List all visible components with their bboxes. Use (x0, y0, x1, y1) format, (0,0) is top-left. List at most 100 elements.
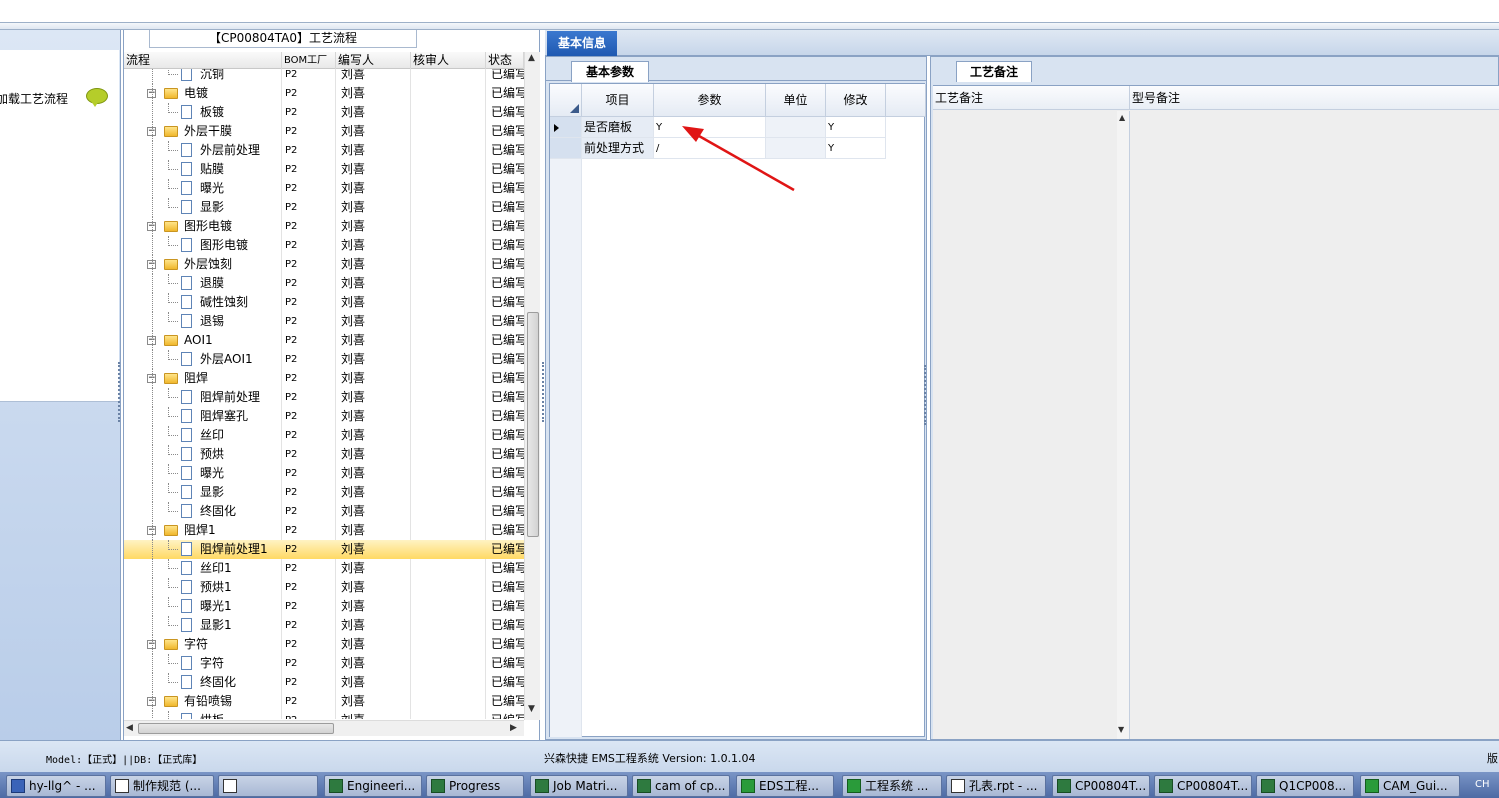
tree-node[interactable]: 终固化 (124, 673, 279, 692)
tree-node[interactable]: 显影 (124, 483, 279, 502)
taskbar-item[interactable]: hy-llg^ - ... (6, 775, 106, 797)
tree-node[interactable]: 图形电镀 (124, 236, 279, 255)
tree-header-reviewer[interactable]: 核审人 (411, 52, 486, 69)
tree-row[interactable]: 图形电镀 P2 刘喜 已编写 (124, 236, 524, 255)
grid-header-modify[interactable]: 修改 (826, 84, 886, 117)
table-row[interactable]: 是否磨板 Y Y (550, 117, 926, 138)
tree-node[interactable]: 曝光 (124, 464, 279, 483)
taskbar-item[interactable]: CP00804T... (1052, 775, 1150, 797)
tree-row[interactable]: 沉铜 P2 刘喜 已编写 (124, 69, 524, 84)
tree-node[interactable]: 字符 (124, 654, 279, 673)
tree-node[interactable]: 阻焊前处理 (124, 388, 279, 407)
tree-node[interactable]: 外层前处理 (124, 141, 279, 160)
scroll-left-arrow-icon[interactable]: ◀ (126, 723, 133, 733)
tree-node[interactable]: 退锡 (124, 312, 279, 331)
tree-node[interactable]: 丝印 (124, 426, 279, 445)
tree-row[interactable]: 外层前处理 P2 刘喜 已编写 (124, 141, 524, 160)
tree-row[interactable]: − 电镀 P2 刘喜 已编写 (124, 84, 524, 103)
taskbar-item[interactable]: CAM_Gui... (1360, 775, 1460, 797)
notes-header-model[interactable]: 型号备注 (1130, 86, 1499, 110)
tree-row[interactable]: 曝光1 P2 刘喜 已编写 (124, 597, 524, 616)
tree-node[interactable]: 曝光 (124, 179, 279, 198)
taskbar-item[interactable]: 工程系统 ... (842, 775, 942, 797)
tree-vertical-scrollbar[interactable]: ▲ ▼ (524, 52, 540, 720)
tree-node[interactable]: 预烘 (124, 445, 279, 464)
tree-node[interactable]: 预烘1 (124, 578, 279, 597)
tree-node[interactable]: 显影 (124, 198, 279, 217)
tree-row[interactable]: 预烘1 P2 刘喜 已编写 (124, 578, 524, 597)
tree-header-status[interactable]: 状态 (486, 52, 524, 69)
cell-modify[interactable]: Y (826, 117, 886, 138)
grid-header-unit[interactable]: 单位 (766, 84, 826, 117)
params-splitter-grip[interactable] (924, 365, 927, 425)
scroll-up-arrow-icon[interactable]: ▲ (528, 53, 535, 63)
tree-row[interactable]: − 字符 P2 刘喜 已编写 (124, 635, 524, 654)
taskbar-item[interactable]: 制作规范 (... (110, 775, 214, 797)
tree-row[interactable]: 终固化 P2 刘喜 已编写 (124, 673, 524, 692)
tree-node[interactable]: − 有铅喷锡 (124, 692, 279, 711)
tree-header-writer[interactable]: 编写人 (336, 52, 411, 69)
cell-param[interactable]: / (654, 138, 766, 159)
tree-node[interactable]: 显影1 (124, 616, 279, 635)
tree-row[interactable]: 阻焊前处理1 P2 刘喜 已编写 (124, 540, 524, 559)
tree-horizontal-scrollbar[interactable]: ◀ ▶ (124, 720, 524, 736)
notes-header-process[interactable]: 工艺备注 (933, 86, 1130, 110)
tree-row[interactable]: − AOI1 P2 刘喜 已编写 (124, 331, 524, 350)
tab-basic-params[interactable]: 基本参数 (571, 61, 649, 82)
tree-node[interactable]: − 阻焊1 (124, 521, 279, 540)
taskbar-item[interactable]: CP00804T... (1154, 775, 1252, 797)
tree-node[interactable]: − AOI1 (124, 331, 279, 350)
scroll-up-arrow-icon[interactable]: ▲ (1119, 113, 1125, 122)
load-process-item[interactable]: 加载工艺流程 (0, 88, 119, 108)
cell-param[interactable]: Y (654, 117, 766, 138)
tree-row[interactable]: 丝印1 P2 刘喜 已编写 (124, 559, 524, 578)
tree-node[interactable]: 退膜 (124, 274, 279, 293)
cell-modify[interactable]: Y (826, 138, 886, 159)
grid-header-item[interactable]: 项目 (582, 84, 654, 117)
tree-hscroll-thumb[interactable] (138, 723, 334, 734)
tree-node[interactable]: − 字符 (124, 635, 279, 654)
scroll-down-arrow-icon[interactable]: ▼ (1118, 725, 1124, 734)
taskbar-item[interactable]: cam of cp... (632, 775, 730, 797)
tree-node[interactable]: 阻焊塞孔 (124, 407, 279, 426)
tree-row[interactable]: 曝光 P2 刘喜 已编写 (124, 464, 524, 483)
tree-node[interactable]: 烘板 (124, 711, 279, 719)
row-header[interactable] (550, 138, 582, 159)
tree-row[interactable]: 退锡 P2 刘喜 已编写 (124, 312, 524, 331)
tree-row[interactable]: − 阻焊 P2 刘喜 已编写 (124, 369, 524, 388)
tree-node[interactable]: 丝印1 (124, 559, 279, 578)
tree-row[interactable]: 终固化 P2 刘喜 已编写 (124, 502, 524, 521)
tree-vscroll-thumb[interactable] (527, 312, 539, 537)
scroll-down-arrow-icon[interactable]: ▼ (528, 704, 535, 714)
tree-node[interactable]: − 外层干膜 (124, 122, 279, 141)
tree-row[interactable]: 字符 P2 刘喜 已编写 (124, 654, 524, 673)
tree-row[interactable]: 板镀 P2 刘喜 已编写 (124, 103, 524, 122)
tree-row[interactable]: 丝印 P2 刘喜 已编写 (124, 426, 524, 445)
tree-row[interactable]: 碱性蚀刻 P2 刘喜 已编写 (124, 293, 524, 312)
row-header[interactable] (550, 117, 582, 138)
tree-node[interactable]: − 外层蚀刻 (124, 255, 279, 274)
tree-row[interactable]: − 有铅喷锡 P2 刘喜 已编写 (124, 692, 524, 711)
tree-node[interactable]: 碱性蚀刻 (124, 293, 279, 312)
tree-row[interactable]: − 外层蚀刻 P2 刘喜 已编写 (124, 255, 524, 274)
tree-header-flow[interactable]: 流程 (124, 52, 282, 69)
language-indicator[interactable]: CH (1465, 775, 1499, 797)
tree-node[interactable]: − 图形电镀 (124, 217, 279, 236)
tree-row[interactable]: 外层AOI1 P2 刘喜 已编写 (124, 350, 524, 369)
cell-unit[interactable] (766, 138, 826, 159)
tree-node[interactable]: 曝光1 (124, 597, 279, 616)
tree-row[interactable]: 阻焊塞孔 P2 刘喜 已编写 (124, 407, 524, 426)
tree-node[interactable]: − 电镀 (124, 84, 279, 103)
cell-unit[interactable] (766, 117, 826, 138)
cell-item[interactable]: 是否磨板 (582, 117, 654, 138)
tree-node[interactable]: 终固化 (124, 502, 279, 521)
tree-row[interactable]: 烘板 P2 刘喜 已编写 (124, 711, 524, 719)
taskbar-item[interactable]: Q1CP008... (1256, 775, 1354, 797)
tree-node[interactable]: 板镀 (124, 103, 279, 122)
tree-row[interactable]: − 图形电镀 P2 刘喜 已编写 (124, 217, 524, 236)
tree-row[interactable]: − 阻焊1 P2 刘喜 已编写 (124, 521, 524, 540)
notes-scrollbar[interactable]: ▲ (1117, 111, 1129, 739)
taskbar-item[interactable]: Job Matri... (530, 775, 628, 797)
taskbar-item[interactable]: EDS工程... (736, 775, 834, 797)
table-row[interactable]: 前处理方式 / Y (550, 138, 926, 159)
